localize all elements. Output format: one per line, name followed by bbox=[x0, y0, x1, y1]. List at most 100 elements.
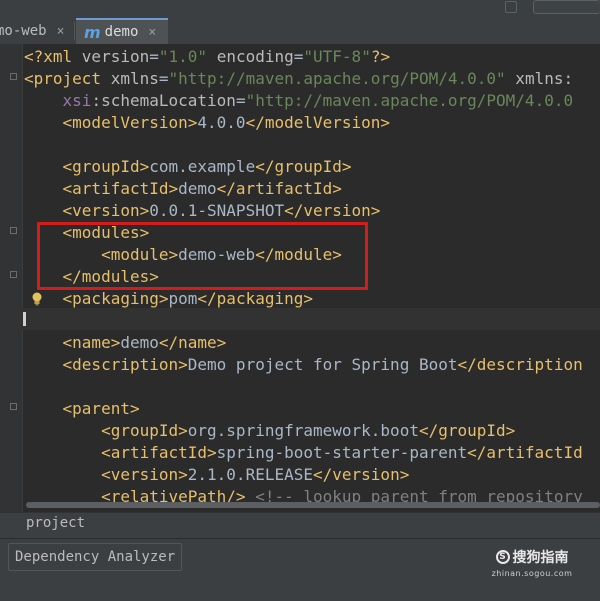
code-token: demo bbox=[120, 333, 159, 352]
code-line[interactable]: <packaging>pom</packaging> bbox=[24, 288, 313, 310]
code-token: encoding bbox=[216, 47, 294, 66]
code-token: "http://maven.apache.org/POM/4.0.0" bbox=[168, 69, 506, 88]
code-token: demo bbox=[178, 179, 217, 198]
tab-dependency-analyzer[interactable]: Dependency Analyzer bbox=[8, 543, 183, 571]
status-icon[interactable] bbox=[505, 1, 517, 13]
horizontal-scrollbar[interactable] bbox=[26, 502, 600, 508]
code-token: <?xml bbox=[24, 47, 82, 66]
code-token: </artifactId> bbox=[216, 179, 342, 198]
fold-icon[interactable] bbox=[10, 227, 17, 234]
code-token: </packaging> bbox=[197, 289, 313, 308]
watermark: S 搜狗指南 zhinan.sogou.com bbox=[486, 547, 578, 578]
close-icon[interactable]: × bbox=[148, 25, 156, 40]
code-token: <artifactId> bbox=[62, 179, 179, 198]
fold-icon[interactable] bbox=[10, 271, 17, 278]
code-line[interactable]: <name>demo</name> bbox=[24, 332, 227, 354]
maven-m-icon: m bbox=[84, 22, 101, 42]
sogou-logo-icon: S bbox=[495, 550, 510, 564]
code-token: xmlns bbox=[110, 69, 159, 88]
fold-icon[interactable] bbox=[10, 403, 17, 410]
code-token: = bbox=[158, 69, 169, 88]
toolbar-right bbox=[505, 0, 600, 14]
code-token: pom bbox=[168, 289, 198, 308]
code-token: xmlns: bbox=[505, 69, 574, 88]
code-token: </description bbox=[457, 355, 583, 374]
code-token: xsi bbox=[62, 91, 92, 110]
code-token: <description> bbox=[62, 355, 188, 374]
watermark-domain: zhinan.sogou.com bbox=[491, 569, 573, 578]
code-token: = bbox=[235, 91, 246, 110]
code-line[interactable]: xsi:schemaLocation="http://maven.apache.… bbox=[24, 90, 574, 112]
code-token: </version> bbox=[313, 465, 410, 484]
code-token: </artifactId bbox=[467, 443, 583, 462]
code-token: <groupId> bbox=[62, 157, 150, 176]
code-line[interactable]: <version>0.0.1-SNAPSHOT</version> bbox=[24, 200, 381, 222]
tab-label: mo-web bbox=[0, 23, 47, 39]
annotation-highlight-box bbox=[37, 222, 368, 290]
tab-demo[interactable]: m demo × bbox=[76, 18, 168, 44]
code-token: <modelVersion> bbox=[62, 113, 198, 132]
code-token: <groupId> bbox=[101, 421, 188, 440]
code-line[interactable]: <?xml version="1.0" encoding="UTF-8"?> bbox=[24, 46, 390, 68]
editor-tab-bar: mo-web × m demo × bbox=[0, 0, 600, 44]
code-line[interactable]: <artifactId>demo</artifactId> bbox=[24, 178, 342, 200]
tab-label: demo bbox=[104, 24, 139, 40]
code-token: 0.0.1-SNAPSHOT bbox=[149, 201, 285, 220]
current-line-highlight bbox=[22, 308, 600, 330]
breadcrumb-item-project[interactable]: project bbox=[26, 515, 85, 531]
close-icon[interactable]: × bbox=[57, 24, 65, 39]
code-token: spring-boot-starter-parent bbox=[216, 443, 468, 462]
code-line[interactable]: <project xmlns="http://maven.apache.org/… bbox=[24, 68, 573, 90]
code-token: version bbox=[81, 47, 150, 66]
code-token: <name> bbox=[62, 333, 121, 352]
code-token: :schemaLocation bbox=[91, 91, 236, 110]
code-line[interactable]: <modelVersion>4.0.0</modelVersion> bbox=[24, 112, 391, 134]
text-caret bbox=[23, 312, 26, 326]
code-token: "1.0" bbox=[158, 47, 208, 66]
code-token: "UTF-8" bbox=[303, 47, 371, 66]
code-token: <project bbox=[24, 69, 111, 88]
code-token: <version> bbox=[62, 201, 150, 220]
code-line[interactable]: <parent> bbox=[24, 398, 140, 420]
fold-icon[interactable] bbox=[10, 73, 17, 80]
code-line[interactable]: <artifactId>spring-boot-starter-parent</… bbox=[24, 442, 583, 464]
code-token: <version> bbox=[101, 465, 188, 484]
code-token: </groupId> bbox=[255, 157, 352, 176]
code-token: <artifactId> bbox=[101, 443, 217, 462]
watermark-logo: S 搜狗指南 bbox=[486, 547, 578, 567]
code-token: </groupId> bbox=[418, 421, 516, 440]
code-token: </modelVersion> bbox=[245, 113, 391, 132]
code-token: "http://maven.apache.org/POM/4.0.0 bbox=[245, 91, 574, 110]
tab-divider bbox=[74, 22, 75, 40]
code-line[interactable]: <groupId>com.example</groupId> bbox=[24, 156, 352, 178]
code-token: <parent> bbox=[62, 399, 140, 418]
code-token: com.example bbox=[149, 157, 256, 176]
editor-gutter[interactable] bbox=[0, 44, 23, 512]
breadcrumb: project bbox=[0, 512, 600, 539]
code-token: org.springframework.boot bbox=[187, 421, 419, 440]
run-config-selector[interactable] bbox=[533, 0, 600, 14]
tab-label: Dependency Analyzer bbox=[15, 549, 176, 565]
tool-window-bar: Dependency Analyzer S 搜狗指南 zhinan.sogou.… bbox=[0, 538, 600, 601]
code-line[interactable]: <version>2.1.0.RELEASE</version> bbox=[24, 464, 409, 486]
tab-demo-web[interactable]: mo-web × bbox=[0, 18, 76, 44]
code-token: 4.0.0 bbox=[197, 113, 246, 132]
code-token: </name> bbox=[158, 333, 227, 352]
code-editor[interactable]: <?xml version="1.0" encoding="UTF-8"?> <p… bbox=[0, 44, 600, 512]
code-line[interactable]: <description>Demo project for Spring Boo… bbox=[24, 354, 583, 376]
code-line[interactable]: <groupId>org.springframework.boot</group… bbox=[24, 420, 515, 442]
code-token: ?> bbox=[370, 47, 391, 66]
watermark-logo-text: 搜狗指南 bbox=[512, 550, 569, 566]
code-token: = bbox=[293, 47, 304, 66]
